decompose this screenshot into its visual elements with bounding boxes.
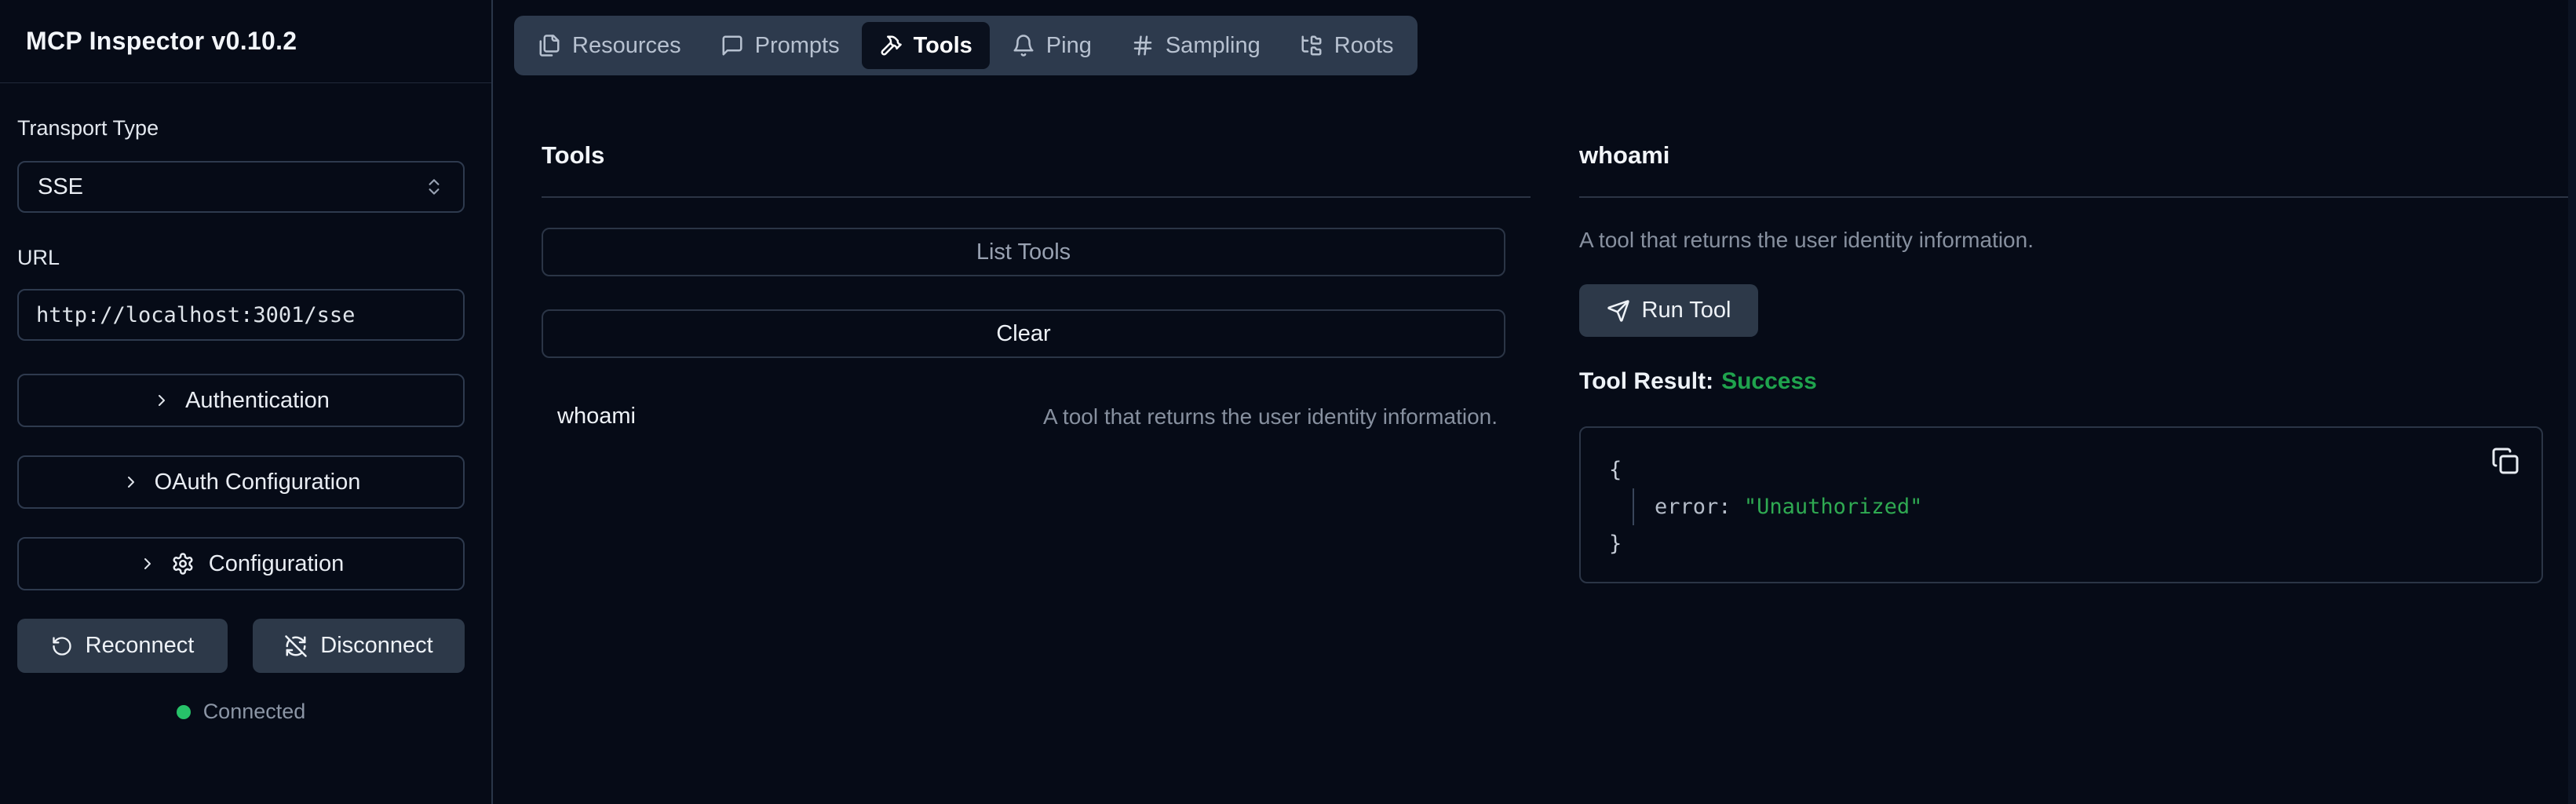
transport-type-value: SSE — [38, 174, 83, 200]
authentication-button[interactable]: Authentication — [17, 374, 465, 427]
files-icon — [538, 34, 561, 57]
chevron-right-icon — [152, 391, 171, 410]
tab-resources[interactable]: Resources — [520, 22, 699, 69]
authentication-label: Authentication — [185, 388, 330, 414]
sidebar-body: Transport Type SSE URL Authentication — [0, 83, 491, 724]
send-icon — [1607, 299, 1630, 323]
content-area: Tools List Tools Clear whoami A tool tha… — [542, 141, 2568, 583]
copy-button[interactable] — [2491, 447, 2519, 475]
tools-panel-title: Tools — [542, 141, 1531, 198]
hammer-icon — [879, 34, 903, 57]
code-line: error: "Unauthorized" — [1633, 488, 2513, 525]
configuration-button[interactable]: Configuration — [17, 537, 465, 590]
configuration-label: Configuration — [209, 551, 345, 577]
tab-label: Sampling — [1166, 33, 1261, 59]
tab-tools[interactable]: Tools — [862, 22, 990, 69]
tools-panel: Tools List Tools Clear whoami A tool tha… — [542, 141, 1531, 583]
bell-icon — [1012, 34, 1035, 57]
tab-ping[interactable]: Ping — [994, 22, 1109, 69]
run-tool-label: Run Tool — [1642, 298, 1731, 323]
code-string-value: "Unauthorized" — [1744, 495, 1923, 519]
chevron-right-icon — [122, 473, 140, 492]
run-tool-button[interactable]: Run Tool — [1579, 284, 1758, 337]
chevron-right-icon — [138, 554, 157, 573]
tab-label: Prompts — [755, 33, 840, 59]
main-area: Resources Prompts Tools Ping — [493, 0, 2576, 804]
tab-label: Tools — [914, 33, 972, 59]
refresh-off-icon — [284, 634, 308, 658]
scrollbar-track[interactable] — [2568, 0, 2576, 804]
gear-icon — [171, 552, 195, 576]
tab-bar: Resources Prompts Tools Ping — [514, 16, 1418, 75]
clear-button[interactable]: Clear — [542, 309, 1505, 358]
tab-label: Resources — [572, 33, 681, 59]
sidebar-header: MCP Inspector v0.10.2 — [0, 0, 491, 83]
reconnect-label: Reconnect — [86, 633, 195, 659]
result-code-block: { error: "Unauthorized" } — [1579, 426, 2543, 583]
status-dot-icon — [177, 705, 191, 719]
tab-roots[interactable]: Roots — [1283, 22, 1411, 69]
url-label: URL — [17, 246, 465, 270]
tool-detail-body: A tool that returns the user identity in… — [1579, 228, 2543, 583]
tab-prompts[interactable]: Prompts — [703, 22, 857, 69]
tools-panel-body: List Tools Clear whoami A tool that retu… — [542, 228, 1505, 429]
code-key: error: — [1655, 495, 1731, 519]
code-line: } — [1609, 525, 2513, 562]
sidebar: MCP Inspector v0.10.2 Transport Type SSE… — [0, 0, 493, 804]
tool-list-item-whoami[interactable]: whoami A tool that returns the user iden… — [542, 404, 1505, 429]
tool-description: A tool that returns the user identity in… — [1043, 404, 1498, 429]
oauth-configuration-button[interactable]: OAuth Configuration — [17, 455, 465, 509]
chevrons-up-down-icon — [424, 177, 444, 197]
connection-status: Connected — [17, 700, 465, 724]
app-root: MCP Inspector v0.10.2 Transport Type SSE… — [0, 0, 2576, 804]
rotate-ccw-icon — [51, 635, 73, 657]
folder-tree-icon — [1300, 34, 1323, 57]
list-tools-button[interactable]: List Tools — [542, 228, 1505, 276]
app-title: MCP Inspector v0.10.2 — [26, 27, 297, 56]
tab-sampling[interactable]: Sampling — [1114, 22, 1278, 69]
copy-icon — [2491, 447, 2519, 475]
oauth-configuration-label: OAuth Configuration — [155, 470, 361, 495]
tool-result-line: Tool Result: Success — [1579, 368, 2543, 395]
transport-type-select[interactable]: SSE — [17, 161, 465, 213]
tool-result-status: Success — [1721, 368, 1817, 394]
tool-result-label: Tool Result: — [1579, 368, 1713, 394]
message-square-icon — [721, 34, 744, 57]
hash-icon — [1131, 34, 1155, 57]
connection-buttons-row: Reconnect Disconnect — [17, 619, 465, 673]
disconnect-label: Disconnect — [320, 633, 432, 659]
url-input[interactable] — [17, 289, 465, 341]
tool-detail-panel: whoami A tool that returns the user iden… — [1579, 141, 2568, 583]
tab-label: Ping — [1046, 33, 1092, 59]
tool-detail-description: A tool that returns the user identity in… — [1579, 228, 2543, 253]
transport-type-label: Transport Type — [17, 116, 465, 141]
tab-label: Roots — [1334, 33, 1394, 59]
reconnect-button[interactable]: Reconnect — [17, 619, 228, 673]
status-label: Connected — [203, 700, 306, 724]
code-line: { — [1609, 451, 2513, 488]
tool-name: whoami — [557, 404, 636, 429]
tool-detail-title: whoami — [1579, 141, 2568, 198]
disconnect-button[interactable]: Disconnect — [253, 619, 465, 673]
